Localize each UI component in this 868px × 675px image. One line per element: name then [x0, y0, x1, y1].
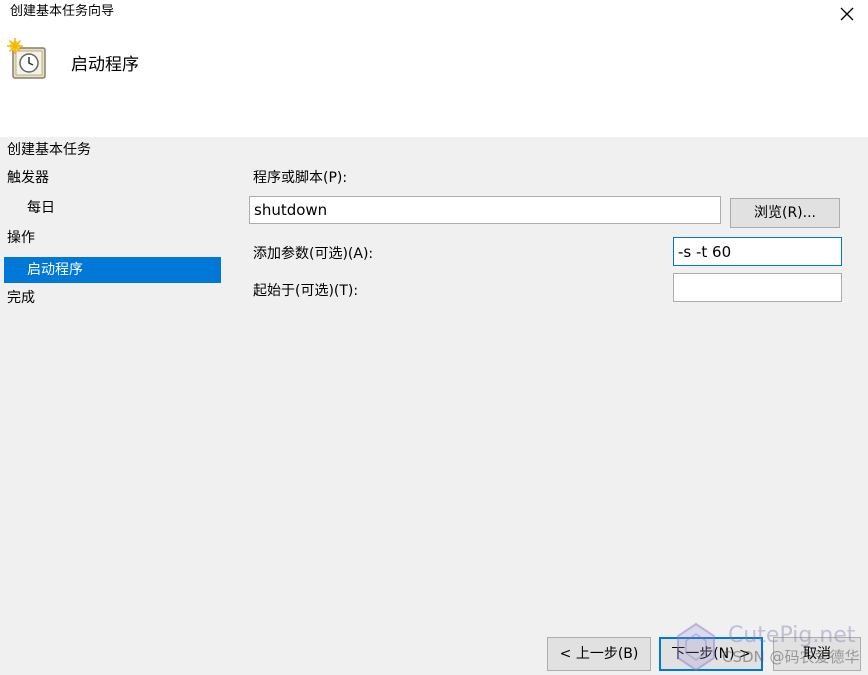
start-in-label: 起始于(可选)(T): — [253, 283, 359, 299]
wizard-step-nav: 创建基本任务 触发器 每日 操作 启动程序 完成 — [0, 137, 240, 537]
nav-item-start-program[interactable]: 启动程序 — [4, 257, 221, 283]
nav-item-trigger[interactable]: 触发器 — [0, 165, 221, 191]
close-button[interactable] — [826, 0, 868, 28]
browse-button[interactable]: 浏览(R)... — [730, 198, 840, 228]
add-arguments-input[interactable] — [673, 237, 842, 266]
back-button[interactable]: < 上一步(B) — [547, 637, 651, 671]
nav-item-create-basic-task[interactable]: 创建基本任务 — [0, 137, 221, 163]
program-script-label: 程序或脚本(P): — [253, 170, 348, 186]
title-bar: 创建基本任务向导 — [0, 0, 868, 30]
nav-item-finish[interactable]: 完成 — [0, 285, 221, 311]
wizard-header: 启动程序 — [0, 30, 868, 137]
window-title: 创建基本任务向导 — [10, 4, 115, 19]
close-icon — [840, 7, 854, 21]
add-arguments-label: 添加参数(可选)(A): — [253, 246, 374, 262]
task-scheduler-clock-icon — [7, 38, 46, 79]
start-in-input[interactable] — [673, 273, 842, 302]
nav-item-daily[interactable]: 每日 — [0, 195, 221, 221]
cancel-button[interactable]: 取消 — [773, 637, 861, 671]
nav-item-action[interactable]: 操作 — [0, 225, 221, 251]
next-button[interactable]: 下一步(N) > — [659, 637, 763, 671]
page-title: 启动程序 — [71, 55, 139, 75]
program-script-input[interactable] — [249, 196, 721, 224]
